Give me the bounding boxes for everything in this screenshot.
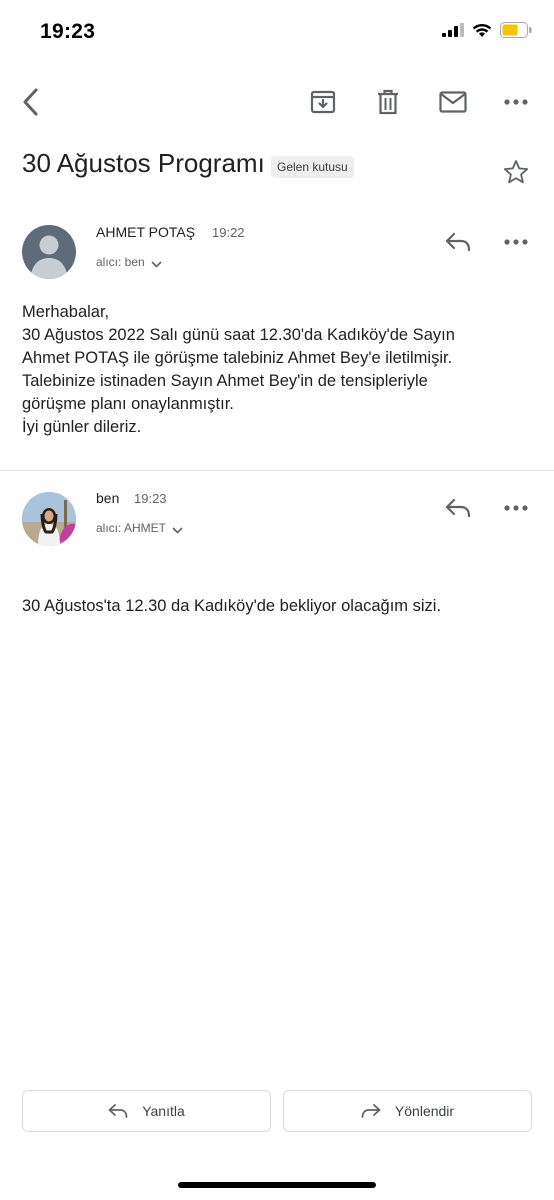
mail-icon xyxy=(439,91,467,113)
profile-photo-icon xyxy=(22,492,76,546)
body-line: Ahmet POTAŞ ile görüşme talebiniz Ahmet … xyxy=(22,349,453,367)
recipient-label: alıcı: AHMET xyxy=(96,521,167,535)
message-sender: ben xyxy=(96,490,120,506)
message-time: 19:22 xyxy=(212,225,245,240)
battery-icon xyxy=(500,22,532,38)
wifi-icon xyxy=(472,23,492,37)
home-indicator[interactable] xyxy=(178,1182,376,1188)
chevron-down-icon xyxy=(172,527,183,534)
body-line: Merhabalar, xyxy=(22,303,110,321)
message-more-button[interactable] xyxy=(500,492,532,524)
forward-icon xyxy=(361,1104,381,1118)
more-horizontal-icon xyxy=(504,505,528,511)
message-more-button[interactable] xyxy=(500,226,532,258)
reply-icon xyxy=(445,498,471,518)
inbox-label-chip[interactable]: Gelen kutusu xyxy=(271,156,354,178)
message-body: 30 Ağustos'ta 12.30 da Kadıköy'de bekliy… xyxy=(22,595,441,618)
recipient-details-toggle[interactable]: alıcı: AHMET xyxy=(96,521,183,535)
chevron-down-icon xyxy=(151,261,162,268)
reply-button[interactable] xyxy=(440,226,476,258)
status-icons xyxy=(442,22,532,38)
body-line: Talebinize istinaden Sayın Ahmet Bey'in … xyxy=(22,372,428,390)
trash-icon xyxy=(378,89,398,115)
body-line: 30 Ağustos 2022 Salı günü saat 12.30'da … xyxy=(22,326,455,344)
reply-button[interactable] xyxy=(440,492,476,524)
body-line: görüşme planı onaylanmıştır. xyxy=(22,395,234,413)
forward-label: Yönlendir xyxy=(394,1103,455,1119)
archive-icon xyxy=(310,90,336,114)
archive-button[interactable] xyxy=(306,86,340,118)
body-line: 30 Ağustos'ta 12.30 da Kadıköy'de bekliy… xyxy=(22,597,442,615)
reply-icon xyxy=(445,232,471,252)
email-subject: 30 Ağustos Programı xyxy=(22,148,265,178)
back-button[interactable] xyxy=(14,86,46,118)
sender-avatar[interactable] xyxy=(22,492,76,546)
body-line: İyi günler dileriz. xyxy=(22,418,142,436)
mark-unread-button[interactable] xyxy=(436,86,470,118)
message-time: 19:23 xyxy=(134,491,167,506)
more-horizontal-icon xyxy=(504,99,528,105)
reply-icon xyxy=(108,1104,128,1118)
message-divider xyxy=(0,470,554,471)
signal-icon xyxy=(442,23,464,37)
recipient-label: alıcı: ben xyxy=(96,255,145,269)
delete-button[interactable] xyxy=(372,86,404,118)
message-body: Merhabalar, 30 Ağustos 2022 Salı günü sa… xyxy=(22,301,455,439)
more-options-button[interactable] xyxy=(500,86,532,118)
reply-footer-button[interactable]: Yanıtla xyxy=(22,1090,271,1132)
sender-avatar[interactable] xyxy=(22,225,76,279)
more-horizontal-icon xyxy=(504,239,528,245)
reply-label: Yanıtla xyxy=(142,1103,185,1119)
star-icon xyxy=(503,160,529,184)
back-arrow-icon xyxy=(23,88,38,116)
status-time: 19:23 xyxy=(40,20,96,43)
default-person-icon xyxy=(30,235,68,279)
forward-footer-button[interactable]: Yönlendir xyxy=(283,1090,532,1132)
star-button[interactable] xyxy=(500,156,532,188)
recipient-details-toggle[interactable]: alıcı: ben xyxy=(96,255,162,269)
message-sender: AHMET POTAŞ xyxy=(96,224,196,240)
